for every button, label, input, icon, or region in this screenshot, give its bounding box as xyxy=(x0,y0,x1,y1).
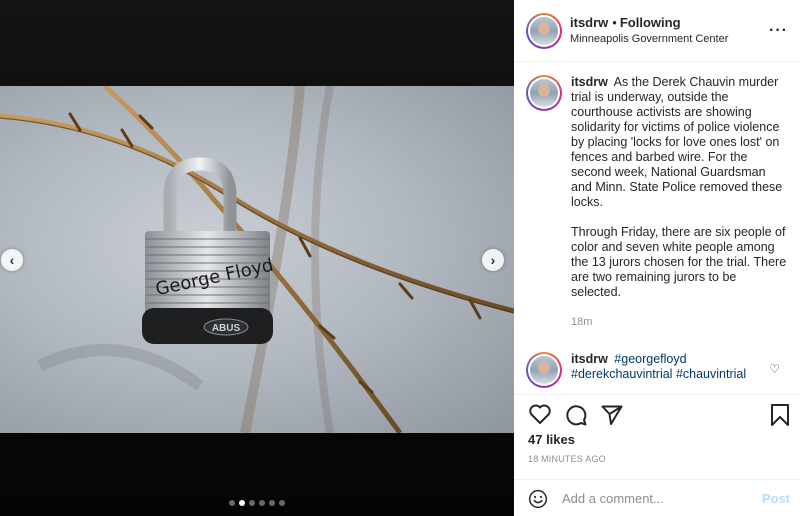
save-bookmark-icon[interactable] xyxy=(770,403,790,427)
comment-input[interactable] xyxy=(562,491,752,506)
caption-text: As the Derek Chauvin murder trial is und… xyxy=(571,75,783,209)
carousel-indicator xyxy=(0,500,514,506)
post-timestamp[interactable]: 18 MINUTES AGO xyxy=(528,454,606,464)
author-avatar[interactable] xyxy=(526,12,562,49)
post-comment-button[interactable]: Post xyxy=(762,491,790,506)
post-header: itsdrw • Following Minneapolis Government … xyxy=(514,0,800,62)
caption-body: itsdrw As the Derek Chauvin murder trial… xyxy=(571,75,788,330)
avatar-image xyxy=(530,16,558,45)
carousel-dot xyxy=(259,500,265,506)
separator-dot: • xyxy=(612,14,617,30)
carousel-dot xyxy=(249,500,255,506)
post-sidebar: itsdrw • Following Minneapolis Government … xyxy=(514,0,800,516)
caption: itsdrw As the Derek Chauvin murder trial… xyxy=(514,63,800,330)
comment-username[interactable]: itsdrw xyxy=(571,352,608,366)
caption-username[interactable]: itsdrw xyxy=(571,75,608,89)
carousel-dot xyxy=(229,500,235,506)
emoji-icon[interactable] xyxy=(528,489,548,509)
avatar-image xyxy=(530,79,558,107)
following-button[interactable]: Following xyxy=(620,15,681,30)
hashtag-link[interactable]: #georgefloyd xyxy=(614,352,686,366)
comment-item: itsdrw #georgefloyd #derekchauvintrial #… xyxy=(514,330,800,388)
action-bar: 47 likes 18 MINUTES AGO Post xyxy=(514,394,800,516)
post-photo[interactable]: ABUS George Floyd xyxy=(0,86,514,433)
avatar-image xyxy=(530,356,558,384)
caption-paragraph: Through Friday, there are six people of … xyxy=(571,225,787,299)
share-paper-plane-icon[interactable] xyxy=(600,403,624,427)
post-media: ABUS George Floyd ‹ › xyxy=(0,0,514,516)
location-link[interactable]: Minneapolis Government Center xyxy=(570,31,728,48)
author-info: itsdrw • Following Minneapolis Government … xyxy=(570,14,728,48)
caption-avatar[interactable] xyxy=(526,75,562,111)
carousel-dot xyxy=(279,500,285,506)
like-heart-icon[interactable] xyxy=(528,403,552,425)
comment-composer: Post xyxy=(514,479,800,516)
likes-count[interactable]: 47 likes xyxy=(528,432,575,447)
hashtag-link[interactable]: #derekchauvintrial xyxy=(571,367,672,381)
comment-like-icon[interactable]: ♡ xyxy=(769,362,780,376)
comment-avatar[interactable] xyxy=(526,352,562,388)
author-username[interactable]: itsdrw xyxy=(570,15,608,30)
chevron-right-icon[interactable]: › xyxy=(482,249,504,271)
carousel-dot xyxy=(239,500,245,506)
comment-bubble-icon[interactable] xyxy=(564,403,588,427)
hashtag-link[interactable]: #chauvintrial xyxy=(676,367,746,381)
padlock-on-barbed-wire-image: ABUS George Floyd xyxy=(0,86,514,433)
carousel-dot xyxy=(269,500,275,506)
more-options-icon[interactable]: ··· xyxy=(769,22,788,40)
comment-body: itsdrw #georgefloyd #derekchauvintrial #… xyxy=(571,352,788,388)
comments-section: itsdrw As the Derek Chauvin murder trial… xyxy=(514,63,800,394)
caption-paragraph: itsdrw As the Derek Chauvin murder trial… xyxy=(571,75,788,210)
lock-brand-text: ABUS xyxy=(212,323,241,334)
caption-timestamp[interactable]: 18m xyxy=(571,315,788,330)
chevron-left-icon[interactable]: ‹ xyxy=(1,249,23,271)
